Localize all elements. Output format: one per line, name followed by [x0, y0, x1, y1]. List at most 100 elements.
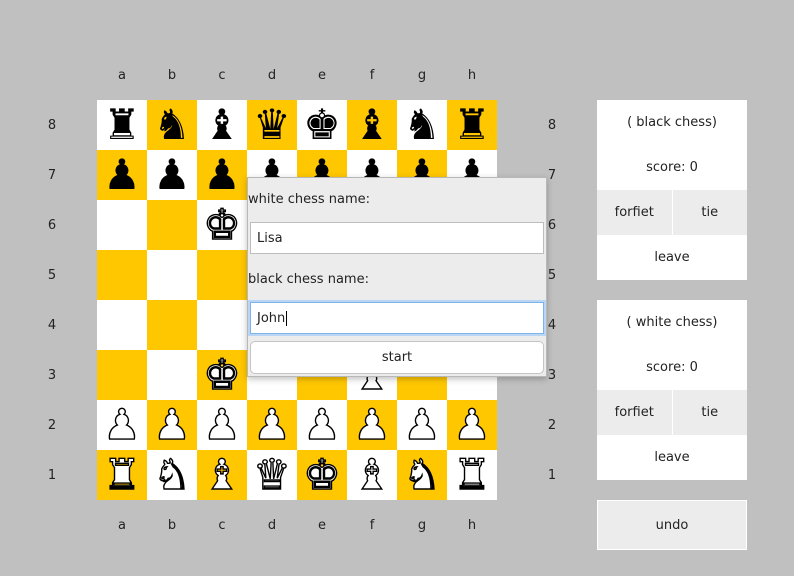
square-h8[interactable]: ♜: [447, 100, 497, 150]
black-knight-icon[interactable]: ♞: [153, 104, 191, 146]
square-b8[interactable]: ♞: [147, 100, 197, 150]
square-a2[interactable]: ♟: [97, 400, 147, 450]
square-b5[interactable]: [147, 250, 197, 300]
square-c3[interactable]: ♚: [197, 350, 247, 400]
square-a8[interactable]: ♜: [97, 100, 147, 150]
square-c2[interactable]: ♟: [197, 400, 247, 450]
black-bishop-icon[interactable]: ♝: [203, 104, 241, 146]
undo-button[interactable]: undo: [597, 500, 747, 550]
white-king-icon[interactable]: ♚: [302, 453, 341, 496]
square-g1[interactable]: ♞: [397, 450, 447, 500]
start-button[interactable]: start: [250, 341, 544, 374]
white-bishop-icon[interactable]: ♝: [352, 453, 391, 496]
square-a5[interactable]: [97, 250, 147, 300]
square-c5[interactable]: [197, 250, 247, 300]
square-g8[interactable]: ♞: [397, 100, 447, 150]
text-caret: [286, 310, 288, 326]
white-pawn-icon[interactable]: ♟: [152, 403, 191, 446]
file-label-top: b: [167, 67, 177, 83]
white-queen-icon[interactable]: ♛: [252, 453, 291, 496]
white-player-panel: ( white chess) score: 0 forfiet tie leav…: [597, 300, 747, 480]
white-pawn-icon[interactable]: ♟: [252, 403, 291, 446]
black-player-score: score: 0: [646, 160, 698, 175]
black-rook-icon[interactable]: ♜: [103, 104, 141, 146]
black-forfeit-button[interactable]: forfiet: [597, 190, 672, 235]
black-bishop-icon[interactable]: ♝: [353, 104, 391, 146]
file-label-bottom: f: [369, 517, 375, 533]
white-king-icon[interactable]: ♚: [202, 353, 241, 396]
square-c1[interactable]: ♝: [197, 450, 247, 500]
white-name-value: Lisa: [257, 230, 283, 246]
white-pawn-icon[interactable]: ♟: [302, 403, 341, 446]
square-a6[interactable]: [97, 200, 147, 250]
square-c7[interactable]: ♟: [197, 150, 247, 200]
square-e2[interactable]: ♟: [297, 400, 347, 450]
white-pawn-icon[interactable]: ♟: [202, 403, 241, 446]
square-b7[interactable]: ♟: [147, 150, 197, 200]
white-pawn-icon[interactable]: ♟: [402, 403, 441, 446]
square-c6[interactable]: ♚: [197, 200, 247, 250]
white-rook-icon[interactable]: ♜: [452, 453, 491, 496]
white-name-field[interactable]: Lisa: [250, 222, 544, 254]
black-name-value: John: [257, 310, 286, 326]
square-h2[interactable]: ♟: [447, 400, 497, 450]
white-pawn-icon[interactable]: ♟: [102, 403, 141, 446]
square-a3[interactable]: [97, 350, 147, 400]
white-knight-icon[interactable]: ♞: [402, 453, 441, 496]
file-label-top: a: [118, 67, 126, 83]
square-a4[interactable]: [97, 300, 147, 350]
square-g2[interactable]: ♟: [397, 400, 447, 450]
file-label-bottom: g: [417, 517, 427, 533]
rank-label-left: 7: [47, 167, 57, 183]
rank-label-right: 2: [547, 417, 557, 433]
square-d2[interactable]: ♟: [247, 400, 297, 450]
square-d8[interactable]: ♛: [247, 100, 297, 150]
file-label-bottom: e: [318, 517, 326, 533]
black-rook-icon[interactable]: ♜: [453, 104, 491, 146]
square-d1[interactable]: ♛: [247, 450, 297, 500]
rank-label-left: 2: [47, 417, 57, 433]
square-h1[interactable]: ♜: [447, 450, 497, 500]
rank-label-left: 6: [47, 217, 57, 233]
black-pawn-icon[interactable]: ♟: [103, 154, 141, 196]
square-e1[interactable]: ♚: [297, 450, 347, 500]
white-forfeit-button[interactable]: forfiet: [597, 390, 672, 435]
square-f8[interactable]: ♝: [347, 100, 397, 150]
black-leave-button[interactable]: leave: [597, 235, 747, 280]
white-tie-button[interactable]: tie: [671, 390, 747, 435]
file-label-top: g: [417, 67, 427, 83]
square-f1[interactable]: ♝: [347, 450, 397, 500]
black-name-field[interactable]: John: [250, 302, 544, 334]
square-a7[interactable]: ♟: [97, 150, 147, 200]
white-king-icon[interactable]: ♚: [202, 203, 241, 246]
black-king-icon[interactable]: ♚: [303, 104, 341, 146]
black-tie-button[interactable]: tie: [671, 190, 747, 235]
black-knight-icon[interactable]: ♞: [403, 104, 441, 146]
black-pawn-icon[interactable]: ♟: [203, 154, 241, 196]
square-b4[interactable]: [147, 300, 197, 350]
square-b3[interactable]: [147, 350, 197, 400]
file-label-bottom: h: [467, 517, 477, 533]
white-pawn-icon[interactable]: ♟: [352, 403, 391, 446]
white-pawn-icon[interactable]: ♟: [452, 403, 491, 446]
white-leave-button[interactable]: leave: [597, 435, 747, 480]
black-queen-icon[interactable]: ♛: [253, 104, 291, 146]
file-label-top: h: [467, 67, 477, 83]
file-label-bottom: d: [267, 517, 277, 533]
white-bishop-icon[interactable]: ♝: [202, 453, 241, 496]
square-b2[interactable]: ♟: [147, 400, 197, 450]
black-name-label: black chess name:: [248, 272, 369, 287]
white-rook-icon[interactable]: ♜: [102, 453, 141, 496]
file-label-bottom: c: [218, 517, 226, 533]
black-pawn-icon[interactable]: ♟: [153, 154, 191, 196]
square-e8[interactable]: ♚: [297, 100, 347, 150]
square-b6[interactable]: [147, 200, 197, 250]
square-c8[interactable]: ♝: [197, 100, 247, 150]
square-f2[interactable]: ♟: [347, 400, 397, 450]
white-knight-icon[interactable]: ♞: [152, 453, 191, 496]
rank-label-left: 3: [47, 367, 57, 383]
rank-label-right: 8: [547, 117, 557, 133]
square-c4[interactable]: [197, 300, 247, 350]
square-b1[interactable]: ♞: [147, 450, 197, 500]
square-a1[interactable]: ♜: [97, 450, 147, 500]
